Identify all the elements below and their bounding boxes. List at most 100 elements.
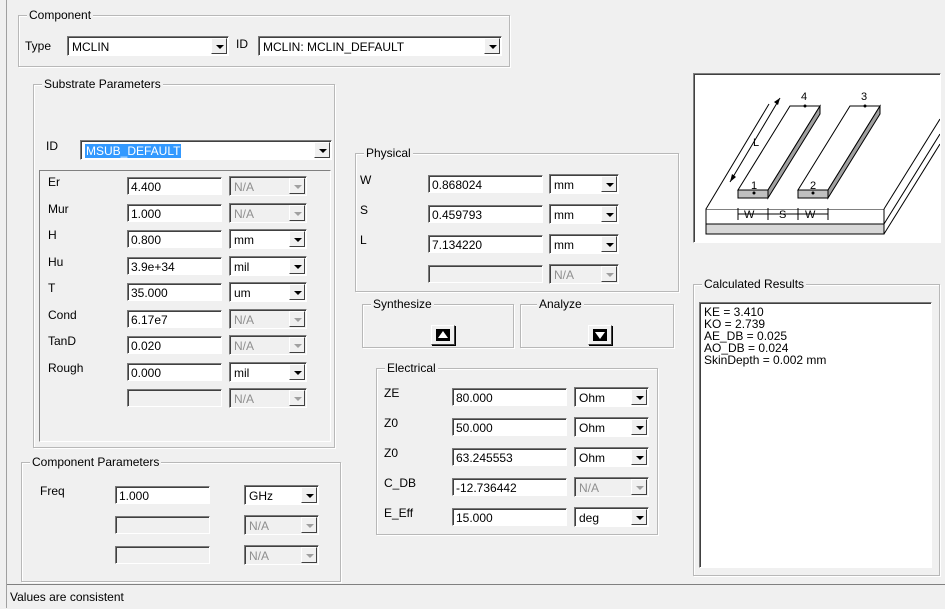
substrate-param-value-field — [127, 389, 222, 407]
chevron-down-icon[interactable] — [601, 206, 617, 222]
analyze-legend: Analyze — [537, 297, 584, 311]
physical-param-label: L — [360, 233, 367, 247]
substrate-param-unit-value: mm — [234, 233, 254, 247]
electrical-param-unit-value: Ohm — [579, 391, 606, 405]
substrate-param-value-field[interactable]: 35.000 — [127, 283, 222, 301]
substrate-param-unit-select: N/A — [229, 202, 307, 223]
physical-param-unit-select: N/A — [549, 264, 619, 284]
chevron-down-icon[interactable] — [631, 419, 647, 435]
synthesize-button[interactable] — [431, 325, 455, 345]
chevron-down-icon[interactable] — [601, 236, 617, 252]
substrate-param-unit-select[interactable]: mil — [229, 255, 307, 276]
chevron-down-icon[interactable] — [314, 142, 330, 158]
substrate-param-value-field[interactable]: 0.020 — [127, 336, 222, 354]
electrical-param-unit-select[interactable]: Ohm — [574, 447, 649, 467]
substrate-param-value-field[interactable]: 3.9e+34 — [127, 256, 222, 275]
substrate-param-unit-value: N/A — [234, 180, 255, 194]
substrate-param-unit-select: N/A — [229, 176, 307, 196]
physical-param-unit-select[interactable]: mm — [549, 204, 619, 224]
substrate-param-label: Rough — [48, 360, 84, 375]
results-textarea[interactable]: KE = 3.410 KO = 2.739 AE_DB = 0.025 AO_D… — [699, 302, 932, 568]
substrate-id-selected-text: MSUB_DEFAULT — [85, 144, 182, 158]
electrical-legend: Electrical — [385, 361, 438, 375]
electrical-param-value-field[interactable]: -12.736442 — [452, 478, 567, 496]
chevron-down-icon[interactable] — [211, 38, 227, 54]
substrate-param-label: TanD — [48, 334, 77, 348]
physical-param-value-field[interactable]: 7.134220 — [428, 235, 543, 253]
physical-param-value-field — [428, 265, 543, 283]
coupled-line-illustration: W S W 4 3 1 2 L — [705, 91, 941, 235]
chevron-down-icon — [301, 547, 317, 563]
substrate-param-unit-value: N/A — [234, 312, 255, 327]
substrate-param-label: Mur — [48, 201, 69, 216]
chevron-down-icon[interactable] — [289, 284, 305, 300]
physical-legend: Physical — [364, 146, 413, 160]
coupled-line-diagram: W S W 4 3 1 2 L — [693, 73, 941, 243]
arrow-down-icon — [593, 329, 607, 341]
electrical-param-value-field[interactable]: 80.000 — [452, 388, 567, 406]
chevron-down-icon[interactable] — [289, 363, 305, 380]
arrow-up-icon — [436, 329, 450, 341]
component-param-unit-select: N/A — [244, 515, 319, 535]
substrate-param-unit-select[interactable]: um — [229, 282, 307, 302]
substrate-param-label: Er — [48, 175, 60, 189]
substrate-param-unit-select[interactable]: mil — [229, 361, 307, 382]
chevron-down-icon[interactable] — [289, 257, 305, 274]
chevron-down-icon[interactable] — [631, 449, 647, 465]
chevron-down-icon — [289, 204, 305, 221]
chevron-down-icon[interactable] — [631, 389, 647, 405]
component-params-legend: Component Parameters — [30, 455, 162, 469]
component-param-value-field — [115, 516, 210, 534]
electrical-param-unit-select: N/A — [574, 477, 649, 497]
electrical-param-unit-value: Ohm — [579, 421, 606, 435]
component-param-unit-value: N/A — [249, 549, 270, 563]
substrate-param-value-field[interactable]: 0.800 — [127, 230, 222, 248]
type-select[interactable]: MCLIN — [67, 36, 229, 56]
component-param-unit-value: N/A — [249, 519, 270, 533]
electrical-param-value-field[interactable]: 50.000 — [452, 418, 567, 436]
substrate-param-value-field[interactable]: 4.400 — [127, 177, 222, 195]
electrical-param-unit-select[interactable]: Ohm — [574, 417, 649, 437]
substrate-param-unit-value: mil — [234, 259, 250, 274]
substrate-param-unit-value: N/A — [234, 392, 255, 406]
physical-param-unit-select[interactable]: mm — [549, 174, 619, 194]
port-label-4: 4 — [801, 91, 807, 103]
chevron-down-icon[interactable] — [289, 231, 305, 247]
physical-param-value-field[interactable]: 0.459793 — [428, 205, 543, 223]
electrical-param-label: Z0 — [384, 446, 399, 460]
dim-s: S — [779, 209, 786, 221]
substrate-param-unit-select[interactable]: mm — [229, 229, 307, 249]
substrate-param-value-field[interactable]: 1.000 — [127, 203, 222, 222]
status-text: Values are consistent — [10, 590, 124, 604]
substrate-param-unit-select: N/A — [229, 335, 307, 355]
physical-param-value-field[interactable]: 0.868024 — [428, 175, 543, 193]
component-param-unit-select[interactable]: GHz — [244, 485, 319, 505]
analyze-button[interactable] — [588, 325, 612, 345]
substrate-param-label: T — [48, 281, 56, 295]
substrate-id-select[interactable]: MSUB_DEFAULT — [80, 140, 332, 160]
dim-w2: W — [805, 209, 816, 221]
component-param-label: Freq — [40, 484, 65, 498]
electrical-param-unit-select[interactable]: Ohm — [574, 387, 649, 407]
substrate-param-unit-value: um — [234, 286, 251, 300]
electrical-param-value-field[interactable]: 63.245553 — [452, 448, 567, 466]
window-left-edge — [6, 0, 7, 608]
component-id-select[interactable]: MCLIN: MCLIN_DEFAULT — [258, 36, 502, 56]
electrical-param-value-field[interactable]: 15.000 — [452, 508, 567, 526]
substrate-param-value-field[interactable]: 6.17e7 — [127, 309, 222, 328]
status-bar: Values are consistent — [6, 584, 945, 609]
substrate-legend: Substrate Parameters — [42, 77, 163, 91]
chevron-down-icon[interactable] — [301, 487, 317, 503]
chevron-down-icon[interactable] — [601, 176, 617, 192]
physical-param-unit-select[interactable]: mm — [549, 234, 619, 254]
electrical-param-unit-select[interactable]: deg — [574, 507, 649, 527]
component-param-value-field[interactable]: 1.000 — [115, 486, 210, 504]
id-label: ID — [236, 37, 248, 51]
electrical-param-label: C_DB — [384, 476, 417, 490]
substrate-param-unit-select: N/A — [229, 308, 307, 329]
physical-param-label: S — [360, 203, 369, 217]
chevron-down-icon[interactable] — [484, 38, 500, 54]
substrate-param-value-field[interactable]: 0.000 — [127, 362, 222, 381]
chevron-down-icon[interactable] — [631, 509, 647, 525]
component-param-unit-select: N/A — [244, 545, 319, 565]
